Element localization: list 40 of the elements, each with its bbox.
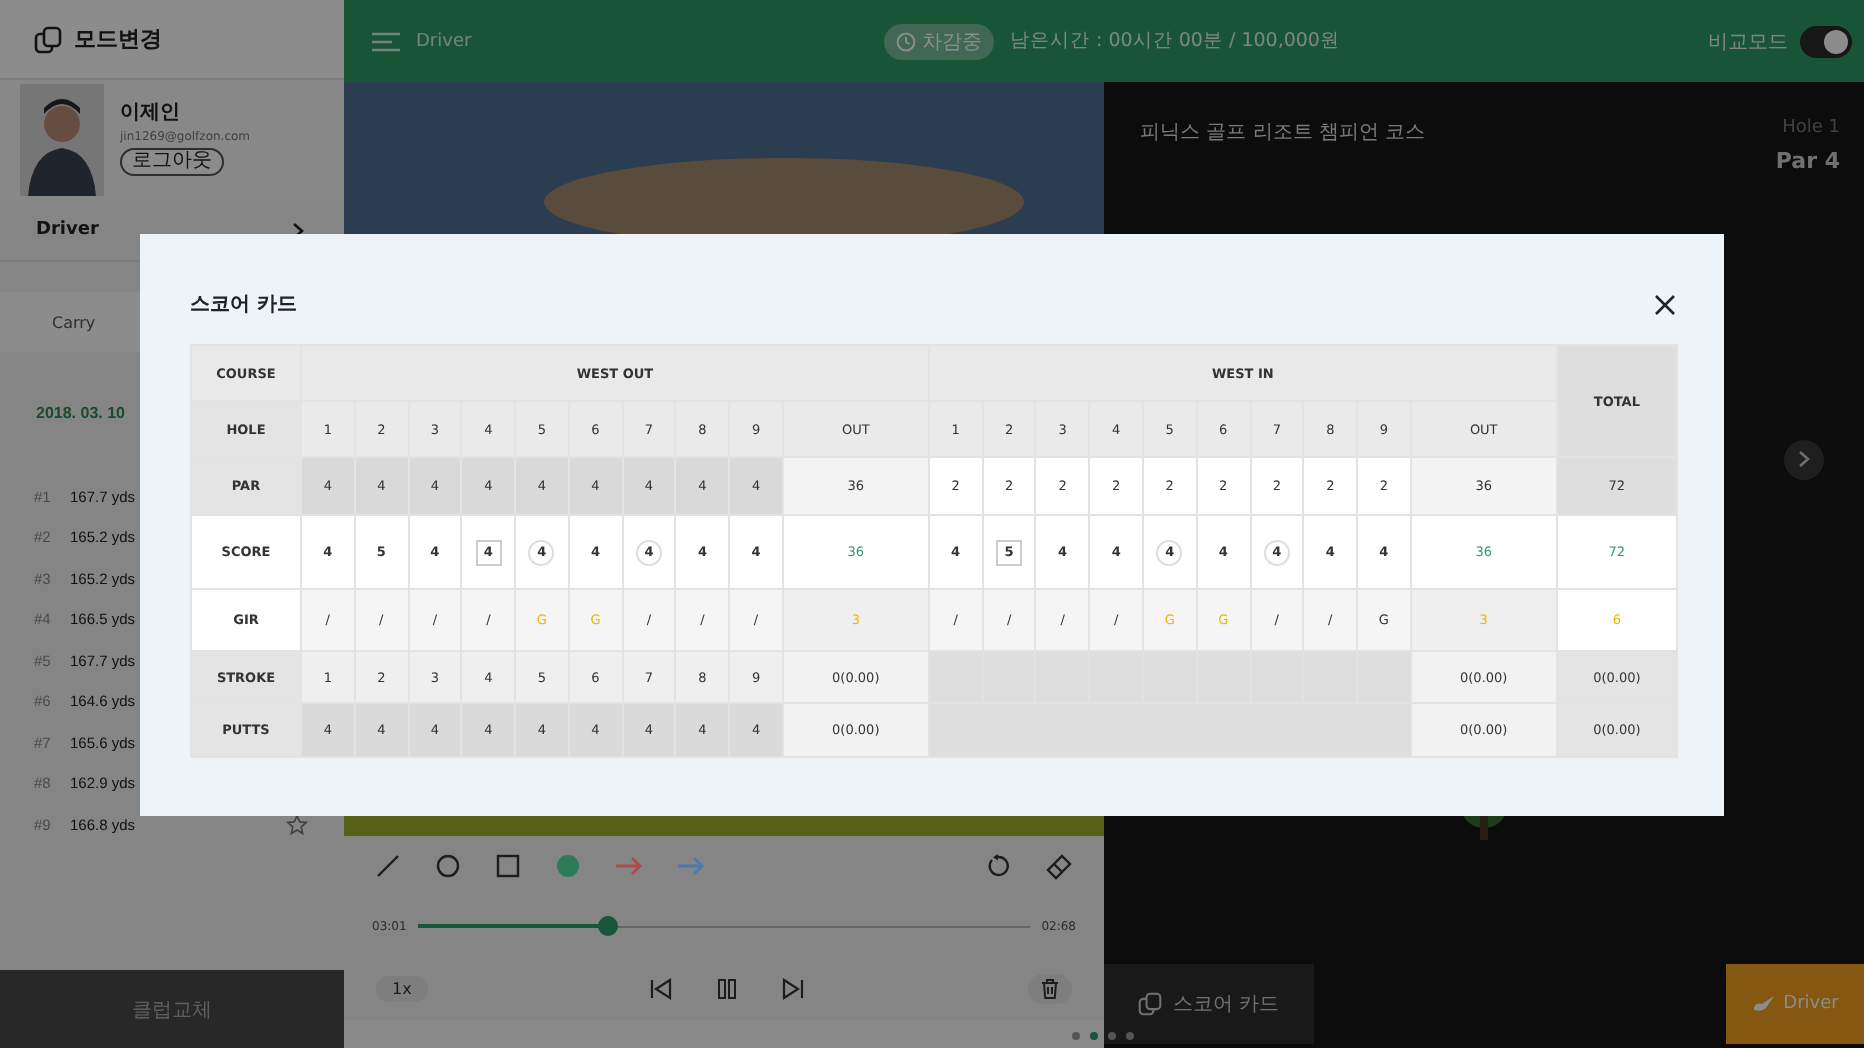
next-hole-button[interactable] bbox=[1784, 439, 1824, 479]
hole-par: Par 4 bbox=[1775, 148, 1840, 174]
status-text: 차감중 bbox=[922, 29, 983, 55]
avatar bbox=[20, 84, 104, 196]
club-icon bbox=[1751, 994, 1776, 1014]
previous-icon[interactable] bbox=[650, 977, 673, 999]
chevron-right-icon bbox=[1798, 450, 1810, 468]
eraser-icon[interactable] bbox=[1046, 853, 1072, 879]
session-date: 2018. 03. 10 bbox=[34, 402, 127, 426]
line-tool-icon[interactable] bbox=[376, 854, 400, 878]
course-name: 피닉스 골프 리조트 챔피언 코스 bbox=[1140, 120, 1426, 148]
speed-button[interactable]: 1x bbox=[376, 975, 428, 1001]
mode-change-title[interactable]: 모드변경 bbox=[74, 24, 162, 54]
page-dot[interactable] bbox=[1126, 1032, 1134, 1040]
next-icon[interactable] bbox=[782, 977, 805, 999]
remaining-time: 남은시간 : 00시간 00분 / 100,000원 bbox=[1010, 28, 1340, 54]
page-dot[interactable] bbox=[1072, 1032, 1080, 1040]
rectangle-tool-icon[interactable] bbox=[496, 854, 520, 878]
cards-icon bbox=[1138, 992, 1163, 1016]
copy-icon bbox=[34, 25, 62, 53]
pause-icon[interactable] bbox=[716, 977, 739, 999]
seek-slider[interactable] bbox=[418, 916, 1030, 936]
close-icon[interactable] bbox=[1654, 293, 1676, 315]
circle-tool-icon[interactable] bbox=[436, 854, 460, 878]
page-dot[interactable] bbox=[1108, 1032, 1116, 1040]
undo-icon[interactable] bbox=[986, 854, 1010, 878]
star-icon[interactable] bbox=[286, 813, 308, 836]
user-name: 이제인 bbox=[120, 100, 180, 126]
clock-icon bbox=[896, 31, 917, 51]
dialog-title: 스코어 카드 bbox=[190, 292, 297, 318]
trash-icon bbox=[1040, 977, 1061, 999]
compare-mode-label: 비교모드 bbox=[1708, 29, 1788, 55]
logout-button[interactable]: 로그아웃 bbox=[120, 148, 224, 176]
metric-label: Carry bbox=[52, 313, 96, 331]
delete-button[interactable] bbox=[1028, 973, 1073, 1003]
score-card-button[interactable]: 스코어 카드 bbox=[1104, 964, 1314, 1044]
top-bar-title: Driver bbox=[416, 31, 472, 51]
color-dot-icon[interactable] bbox=[556, 854, 580, 878]
compare-mode-toggle[interactable] bbox=[1800, 25, 1852, 57]
page-dot[interactable] bbox=[1090, 1032, 1098, 1040]
